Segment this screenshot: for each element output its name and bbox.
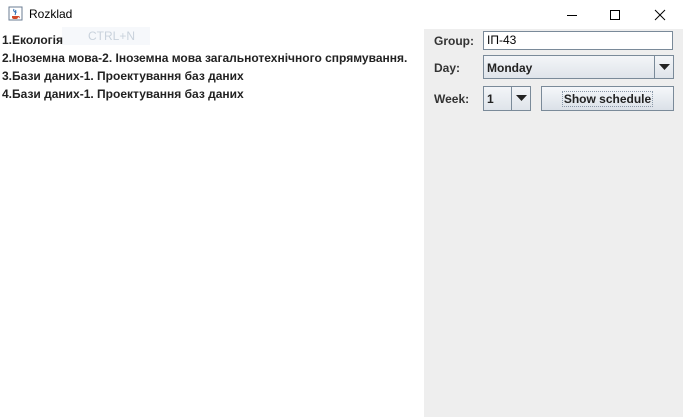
minimize-icon: [567, 14, 577, 16]
show-schedule-label: Show schedule: [561, 90, 654, 107]
day-label: Day:: [434, 61, 461, 75]
chevron-down-icon: [658, 63, 670, 70]
title-bar: Rozklad: [0, 0, 683, 29]
minimize-button[interactable]: [549, 0, 595, 29]
group-input[interactable]: ІП-43: [483, 31, 673, 50]
maximize-icon: [610, 9, 620, 20]
show-schedule-button[interactable]: Show schedule: [541, 86, 674, 111]
week-label: Week:: [434, 92, 470, 106]
day-dropdown-button[interactable]: [654, 56, 673, 78]
lesson-item-2: 2.Іноземна мова-2. Іноземна мова загальн…: [2, 51, 408, 65]
close-icon: [654, 9, 666, 20]
content-area: CTRL+N 1.Екологія 2.Іноземна мова-2. Іно…: [0, 27, 683, 417]
day-select[interactable]: Monday: [483, 55, 674, 79]
week-select-value: 1: [487, 92, 494, 106]
week-dropdown-button[interactable]: [511, 87, 530, 110]
window-title: Rozklad: [29, 7, 73, 21]
controls-panel: Group: ІП-43 Day: Monday Week: 1 Show sc…: [424, 29, 683, 417]
lesson-item-1: 1.Екологія: [2, 33, 64, 47]
maximize-button[interactable]: [592, 0, 638, 29]
close-button[interactable]: [637, 0, 683, 29]
group-label: Group:: [434, 34, 474, 48]
week-select[interactable]: 1: [483, 86, 531, 111]
lesson-item-3: 3.Бази даних-1. Проектування баз даних: [2, 69, 244, 83]
menu-shortcut-hint: CTRL+N: [62, 27, 150, 45]
day-select-value: Monday: [487, 61, 533, 75]
app-window: Rozklad CTRL+N 1.Екологія 2.Іноземна мов…: [0, 0, 683, 417]
java-cup-icon: [8, 6, 23, 21]
lesson-item-4: 4.Бази даних-1. Проектування баз даних: [2, 87, 244, 101]
chevron-down-icon: [515, 95, 527, 101]
schedule-list: CTRL+N 1.Екологія 2.Іноземна мова-2. Іно…: [0, 27, 424, 417]
